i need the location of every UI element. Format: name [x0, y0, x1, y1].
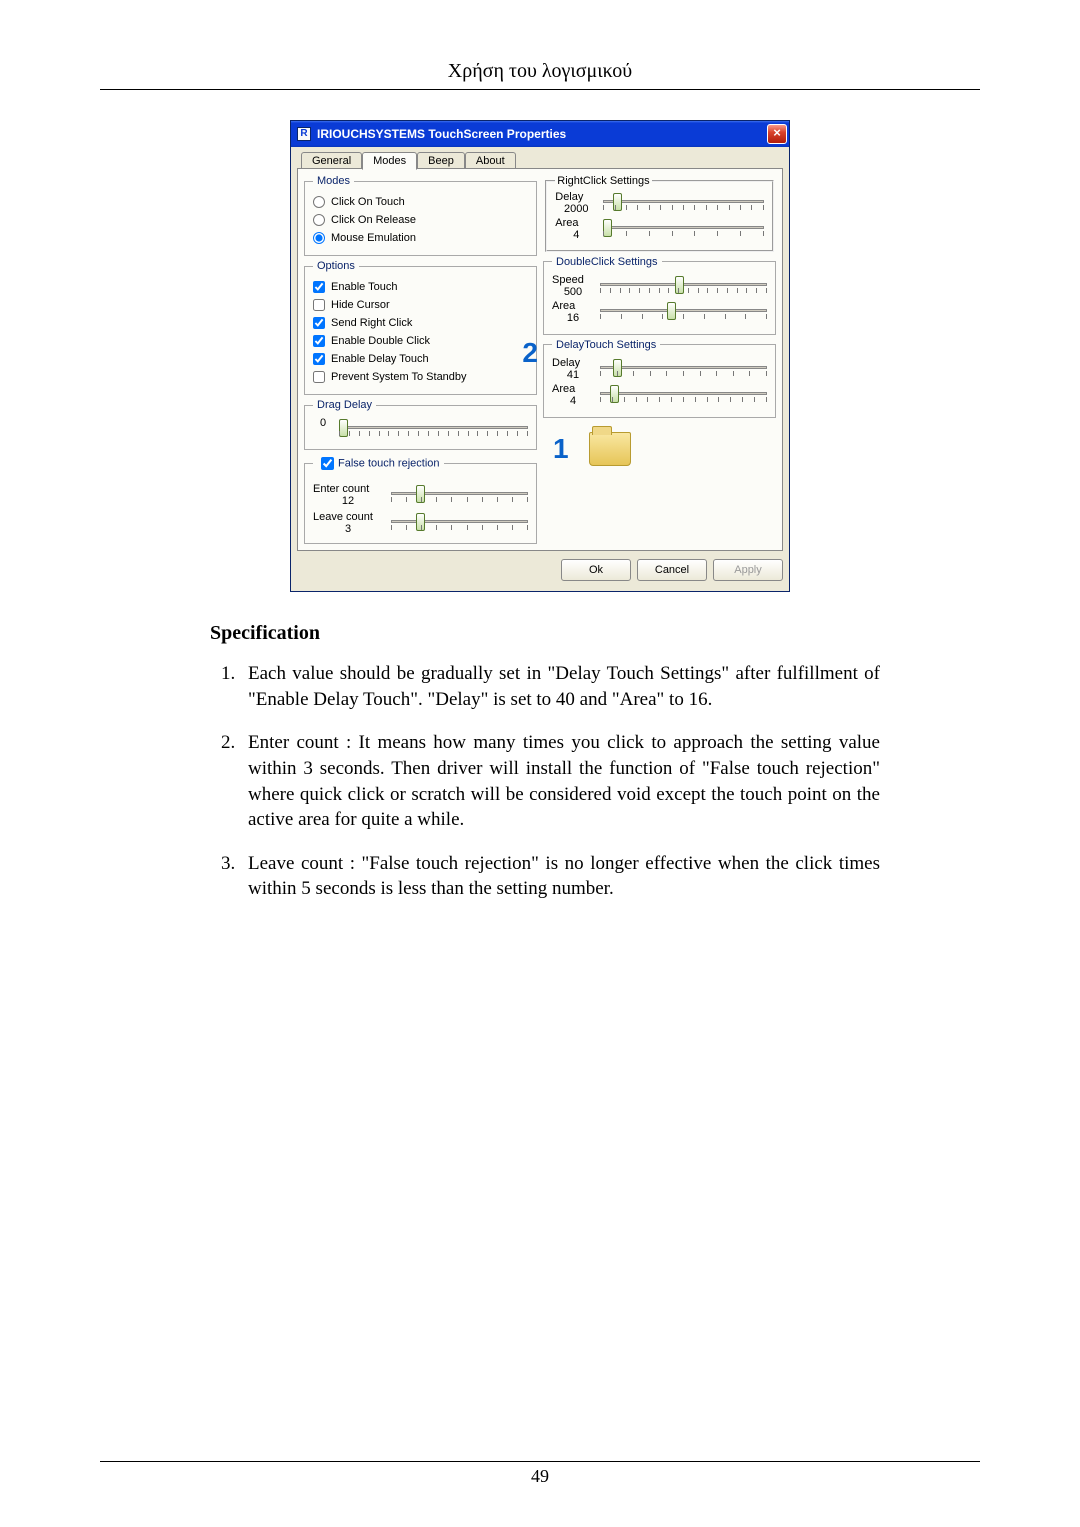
- legend-modes: Modes: [313, 175, 354, 187]
- label-enter-count: Enter count: [313, 483, 383, 495]
- value-dt-delay: 41: [552, 369, 594, 381]
- value-leave-count: 3: [313, 523, 383, 535]
- cancel-button[interactable]: Cancel: [637, 559, 707, 581]
- check-hide-cursor[interactable]: [313, 299, 325, 311]
- properties-dialog: R IRIOUCHSYSTEMS TouchScreen Properties …: [290, 120, 790, 592]
- page-number: 49: [100, 1466, 980, 1487]
- legend-false-touch: False touch rejection: [338, 457, 440, 469]
- label-enable-double-click: Enable Double Click: [331, 335, 430, 347]
- value-dc-speed: 500: [552, 286, 594, 298]
- label-dc-area: Area: [552, 300, 594, 312]
- apply-button[interactable]: Apply: [713, 559, 783, 581]
- label-dt-delay: Delay: [552, 357, 594, 369]
- folder-icon[interactable]: [589, 432, 631, 466]
- value-rc-delay: 2000: [555, 203, 597, 215]
- dialog-footer: Ok Cancel Apply: [297, 559, 783, 581]
- value-rc-area: 4: [555, 229, 597, 241]
- check-enable-touch[interactable]: [313, 281, 325, 293]
- close-icon[interactable]: ×: [767, 124, 787, 144]
- annotation-1: 1: [553, 433, 569, 465]
- legend-doubleclick: DoubleClick Settings: [552, 256, 662, 268]
- group-options: Options Enable Touch Hide Cursor Send Ri…: [304, 260, 537, 395]
- label-rc-area: Area: [555, 217, 597, 229]
- slider-rc-area[interactable]: [603, 217, 764, 239]
- legend-drag-delay: Drag Delay: [313, 399, 376, 411]
- titlebar[interactable]: R IRIOUCHSYSTEMS TouchScreen Properties …: [291, 121, 789, 147]
- label-enable-touch: Enable Touch: [331, 281, 397, 293]
- annotation-2: 2: [522, 337, 538, 369]
- label-click-on-release: Click On Release: [331, 214, 416, 226]
- slider-dt-delay[interactable]: [600, 357, 767, 379]
- slider-leave-count[interactable]: [391, 511, 528, 533]
- slider-drag-delay[interactable]: [339, 417, 528, 439]
- check-prevent-standby[interactable]: [313, 371, 325, 383]
- slider-dc-speed[interactable]: [600, 274, 767, 296]
- spec-item-1: Each value should be gradually set in "D…: [240, 661, 880, 712]
- header-rule: [100, 89, 980, 90]
- slider-dc-area[interactable]: [600, 300, 767, 322]
- spec-list: Each value should be gradually set in "D…: [210, 661, 880, 902]
- tab-panel-modes: Modes Click On Touch Click On Release Mo…: [297, 168, 783, 551]
- legend-options: Options: [313, 260, 359, 272]
- label-dt-area: Area: [552, 383, 594, 395]
- label-rc-delay: Delay: [555, 191, 597, 203]
- slider-rc-delay[interactable]: [603, 191, 764, 213]
- footer-rule: [100, 1461, 980, 1462]
- value-enter-count: 12: [313, 495, 383, 507]
- label-prevent-standby: Prevent System To Standby: [331, 371, 467, 383]
- group-delaytouch: DelayTouch Settings Delay41 Area4: [543, 339, 776, 418]
- value-dt-area: 4: [552, 395, 594, 407]
- slider-dt-area[interactable]: [600, 383, 767, 405]
- legend-rightclick: RightClick Settings: [555, 175, 651, 187]
- check-false-touch-rejection[interactable]: [321, 457, 334, 470]
- tab-strip: General Modes Beep About: [297, 151, 783, 169]
- radio-click-on-release[interactable]: [313, 214, 325, 226]
- window-title: IRIOUCHSYSTEMS TouchScreen Properties: [317, 127, 767, 141]
- slider-enter-count[interactable]: [391, 483, 528, 505]
- radio-click-on-touch[interactable]: [313, 196, 325, 208]
- group-modes: Modes Click On Touch Click On Release Mo…: [304, 175, 537, 256]
- ok-button[interactable]: Ok: [561, 559, 631, 581]
- tab-modes[interactable]: Modes: [362, 152, 417, 170]
- label-mouse-emulation: Mouse Emulation: [331, 232, 416, 244]
- drag-delay-value: 0: [313, 417, 333, 429]
- group-drag-delay: Drag Delay 0: [304, 399, 537, 450]
- label-send-right-click: Send Right Click: [331, 317, 412, 329]
- check-enable-double-click[interactable]: [313, 335, 325, 347]
- check-enable-delay-touch[interactable]: [313, 353, 325, 365]
- app-icon: R: [297, 127, 311, 141]
- group-rightclick: RightClick Settings Delay2000 Area4: [545, 175, 774, 252]
- radio-mouse-emulation[interactable]: [313, 232, 325, 244]
- label-hide-cursor: Hide Cursor: [331, 299, 390, 311]
- page-footer: 49: [100, 1461, 980, 1487]
- legend-delaytouch: DelayTouch Settings: [552, 339, 660, 351]
- value-dc-area: 16: [552, 312, 594, 324]
- group-false-touch: False touch rejection Enter count 12: [304, 454, 537, 544]
- spec-item-2: Enter count : It means how many times yo…: [240, 730, 880, 833]
- label-enable-delay-touch: Enable Delay Touch: [331, 353, 429, 365]
- page-header-title: Χρήση του λογισμικού: [100, 60, 980, 83]
- label-dc-speed: Speed: [552, 274, 594, 286]
- group-doubleclick: DoubleClick Settings Speed500 Area16: [543, 256, 776, 335]
- spec-heading: Specification: [210, 622, 980, 645]
- check-send-right-click[interactable]: [313, 317, 325, 329]
- spec-item-3: Leave count : "False touch rejection" is…: [240, 851, 880, 902]
- label-leave-count: Leave count: [313, 511, 383, 523]
- label-click-on-touch: Click On Touch: [331, 196, 405, 208]
